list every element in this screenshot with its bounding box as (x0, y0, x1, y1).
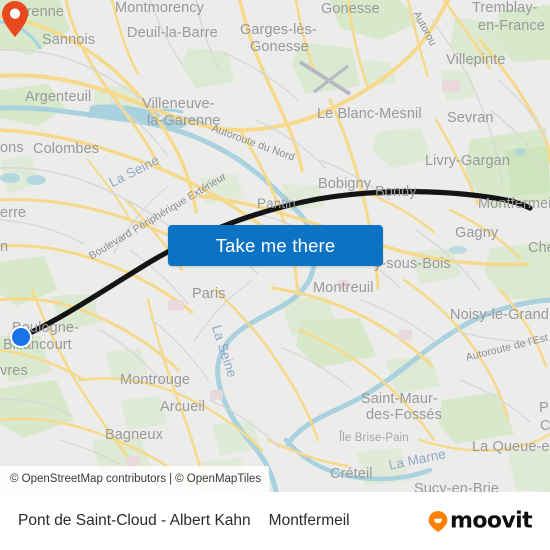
map-app: -Garenne Montmorency Gonesse Tremblay-en-Fr… (0, 0, 550, 550)
moovit-wordmark: moovit (450, 508, 533, 534)
map-canvas[interactable]: -Garenne Montmorency Gonesse Tremblay-en-Fr… (0, 0, 550, 492)
footer-bar: Pont de Saint-Cloud - Albert Kahn Montfe… (0, 492, 550, 550)
origin-marker[interactable] (10, 326, 32, 348)
trip-stops: Pont de Saint-Cloud - Albert Kahn Montfe… (0, 512, 350, 530)
map-attribution: © OpenStreetMap contributors | © OpenMap… (0, 466, 270, 492)
take-me-there-button[interactable]: Take me there (168, 225, 383, 266)
attribution-osm[interactable]: © OpenStreetMap contributors (10, 473, 166, 485)
destination-stop-label: Montfermeil (268, 512, 350, 529)
attribution-openmaptiles[interactable]: © OpenMapTiles (175, 473, 261, 485)
moovit-logo[interactable]: moovit (428, 508, 533, 534)
origin-stop-label: Pont de Saint-Cloud - Albert Kahn (18, 512, 251, 529)
moovit-pin-icon (428, 510, 448, 532)
attribution-separator: | (169, 473, 173, 485)
destination-marker-icon[interactable] (0, 0, 30, 38)
